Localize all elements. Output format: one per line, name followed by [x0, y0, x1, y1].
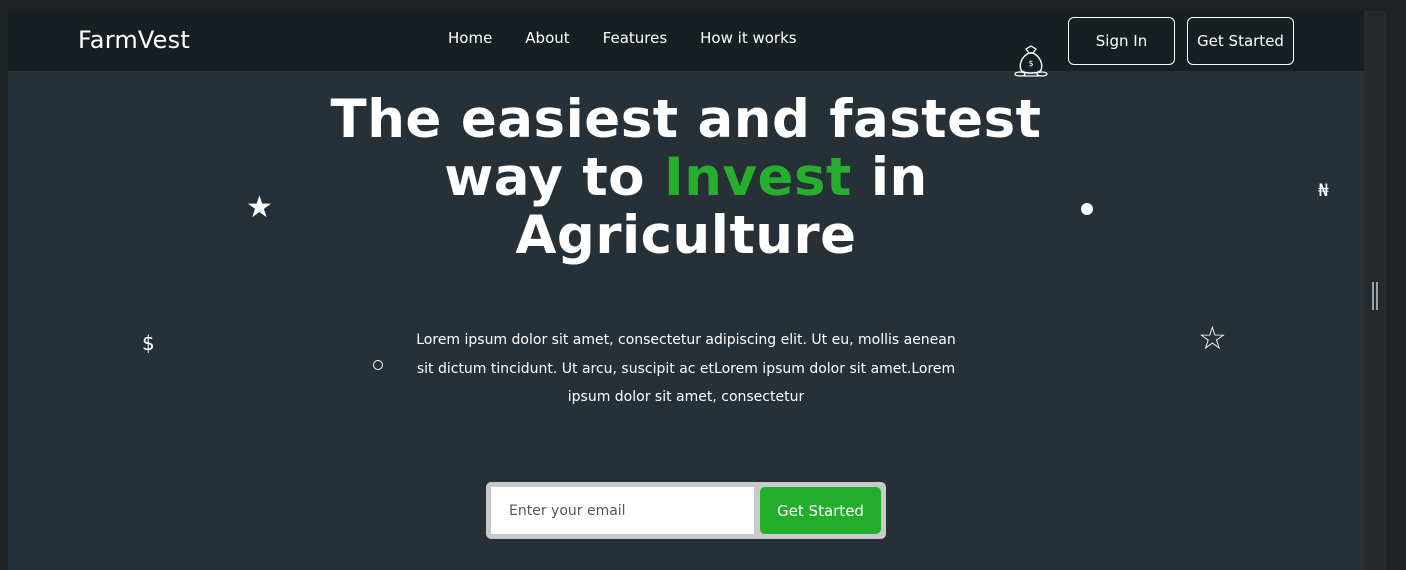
brand-logo[interactable]: FarmVest	[78, 26, 190, 54]
email-signup-form: Get Started	[486, 482, 886, 539]
window-top-strip	[0, 0, 1406, 11]
nav-links: Home About Features How it works	[448, 29, 830, 47]
resize-handle[interactable]	[1372, 282, 1378, 310]
nav-get-started-button[interactable]: Get Started	[1187, 17, 1294, 65]
window-right-edge	[1386, 11, 1406, 570]
hero-title-accent: Invest	[664, 147, 852, 208]
navbar: FarmVest Home About Features How it work…	[8, 11, 1364, 71]
nav-how-it-works-link[interactable]: How it works	[700, 29, 796, 47]
email-input[interactable]	[491, 487, 754, 534]
dot-icon	[1081, 203, 1093, 215]
nav-about-link[interactable]: About	[525, 29, 569, 47]
star-outline-icon: ☆	[1198, 319, 1227, 357]
naira-icon: ₦	[1318, 181, 1329, 201]
dollar-icon: $	[142, 331, 155, 355]
page-viewport: FarmVest Home About Features How it work…	[8, 11, 1364, 570]
sign-in-button[interactable]: Sign In	[1068, 17, 1175, 65]
hero-description: Lorem ipsum dolor sit amet, consectetur …	[416, 332, 956, 405]
hero-title-line-3: Agriculture	[515, 205, 857, 266]
svg-text:$: $	[1028, 59, 1033, 68]
nav-features-link[interactable]: Features	[603, 29, 668, 47]
star-filled-icon: ★	[246, 190, 273, 225]
hero-title-line-1: The easiest and fastest	[330, 89, 1042, 150]
hero-title: The easiest and fastest way to Invest in…	[278, 91, 1094, 265]
circle-outline-icon	[373, 360, 383, 370]
hero-title-suffix: in	[851, 147, 928, 208]
hero-get-started-button[interactable]: Get Started	[760, 487, 881, 534]
money-bag-icon: $	[1014, 45, 1048, 77]
hero-title-prefix: way to	[444, 147, 665, 208]
nav-home-link[interactable]: Home	[448, 29, 492, 47]
